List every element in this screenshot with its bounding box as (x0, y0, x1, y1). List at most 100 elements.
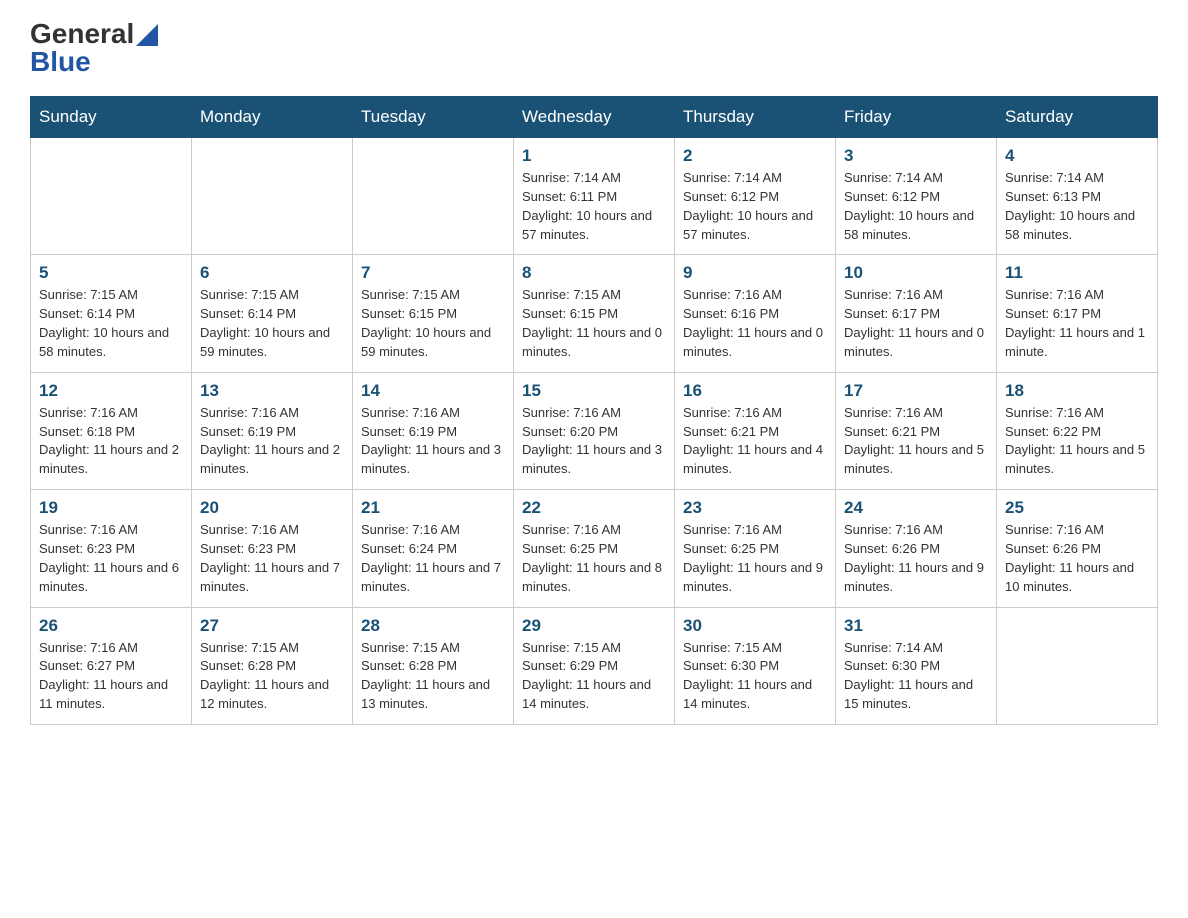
day-number: 18 (1005, 381, 1149, 401)
day-info: Sunrise: 7:16 AM Sunset: 6:21 PM Dayligh… (683, 404, 827, 479)
calendar-cell: 16 Sunrise: 7:16 AM Sunset: 6:21 PM Dayli… (675, 372, 836, 489)
day-number: 10 (844, 263, 988, 283)
day-number: 21 (361, 498, 505, 518)
day-info: Sunrise: 7:14 AM Sunset: 6:12 PM Dayligh… (844, 169, 988, 244)
header-day-saturday: Saturday (997, 97, 1158, 138)
calendar-cell: 11 Sunrise: 7:16 AM Sunset: 6:17 PM Dayli… (997, 255, 1158, 372)
calendar-cell: 20Sunrise: 7:16 AM Sunset: 6:23 PM Dayli… (192, 490, 353, 607)
calendar-cell: 5Sunrise: 7:15 AM Sunset: 6:14 PM Daylig… (31, 255, 192, 372)
day-number: 1 (522, 146, 666, 166)
day-number: 12 (39, 381, 183, 401)
calendar-cell (192, 138, 353, 255)
day-number: 29 (522, 616, 666, 636)
calendar-cell: 13 Sunrise: 7:16 AM Sunset: 6:19 PM Dayli… (192, 372, 353, 489)
calendar-cell: 27 Sunrise: 7:15 AM Sunset: 6:28 PM Dayli… (192, 607, 353, 724)
day-number: 8 (522, 263, 666, 283)
calendar-header: SundayMondayTuesdayWednesdayThursdayFrid… (31, 97, 1158, 138)
week-row-3: 12 Sunrise: 7:16 AM Sunset: 6:18 PM Dayli… (31, 372, 1158, 489)
header-day-sunday: Sunday (31, 97, 192, 138)
calendar-cell: 23 Sunrise: 7:16 AM Sunset: 6:25 PM Dayli… (675, 490, 836, 607)
calendar-cell (997, 607, 1158, 724)
day-number: 28 (361, 616, 505, 636)
calendar-cell (31, 138, 192, 255)
day-info: Sunrise: 7:15 AM Sunset: 6:30 PM Dayligh… (683, 639, 827, 714)
calendar-cell (353, 138, 514, 255)
day-info: Sunrise: 7:16 AM Sunset: 6:22 PM Dayligh… (1005, 404, 1149, 479)
calendar-cell: 18 Sunrise: 7:16 AM Sunset: 6:22 PM Dayli… (997, 372, 1158, 489)
day-info: Sunrise: 7:16 AM Sunset: 6:18 PM Dayligh… (39, 404, 183, 479)
header-day-thursday: Thursday (675, 97, 836, 138)
week-row-2: 5Sunrise: 7:15 AM Sunset: 6:14 PM Daylig… (31, 255, 1158, 372)
week-row-1: 1 Sunrise: 7:14 AM Sunset: 6:11 PM Daylig… (31, 138, 1158, 255)
week-row-5: 26Sunrise: 7:16 AM Sunset: 6:27 PM Dayli… (31, 607, 1158, 724)
day-info: Sunrise: 7:16 AM Sunset: 6:19 PM Dayligh… (200, 404, 344, 479)
calendar-cell: 29Sunrise: 7:15 AM Sunset: 6:29 PM Dayli… (514, 607, 675, 724)
calendar-cell: 28 Sunrise: 7:15 AM Sunset: 6:28 PM Dayli… (353, 607, 514, 724)
day-number: 24 (844, 498, 988, 518)
day-info: Sunrise: 7:16 AM Sunset: 6:24 PM Dayligh… (361, 521, 505, 596)
calendar-cell: 14Sunrise: 7:16 AM Sunset: 6:19 PM Dayli… (353, 372, 514, 489)
header-day-tuesday: Tuesday (353, 97, 514, 138)
calendar-cell: 31Sunrise: 7:14 AM Sunset: 6:30 PM Dayli… (836, 607, 997, 724)
day-info: Sunrise: 7:16 AM Sunset: 6:25 PM Dayligh… (522, 521, 666, 596)
calendar-table: SundayMondayTuesdayWednesdayThursdayFrid… (30, 96, 1158, 725)
day-number: 2 (683, 146, 827, 166)
day-number: 15 (522, 381, 666, 401)
day-info: Sunrise: 7:14 AM Sunset: 6:12 PM Dayligh… (683, 169, 827, 244)
day-number: 27 (200, 616, 344, 636)
day-info: Sunrise: 7:16 AM Sunset: 6:17 PM Dayligh… (844, 286, 988, 361)
header-day-friday: Friday (836, 97, 997, 138)
day-info: Sunrise: 7:15 AM Sunset: 6:28 PM Dayligh… (361, 639, 505, 714)
calendar-cell: 26Sunrise: 7:16 AM Sunset: 6:27 PM Dayli… (31, 607, 192, 724)
day-info: Sunrise: 7:15 AM Sunset: 6:14 PM Dayligh… (39, 286, 183, 361)
day-info: Sunrise: 7:16 AM Sunset: 6:21 PM Dayligh… (844, 404, 988, 479)
day-info: Sunrise: 7:14 AM Sunset: 6:11 PM Dayligh… (522, 169, 666, 244)
day-info: Sunrise: 7:16 AM Sunset: 6:17 PM Dayligh… (1005, 286, 1149, 361)
day-info: Sunrise: 7:16 AM Sunset: 6:26 PM Dayligh… (1005, 521, 1149, 596)
calendar-cell: 17Sunrise: 7:16 AM Sunset: 6:21 PM Dayli… (836, 372, 997, 489)
calendar-cell: 6 Sunrise: 7:15 AM Sunset: 6:14 PM Daylig… (192, 255, 353, 372)
day-info: Sunrise: 7:15 AM Sunset: 6:28 PM Dayligh… (200, 639, 344, 714)
header-day-wednesday: Wednesday (514, 97, 675, 138)
page-header: General Blue (30, 20, 1158, 76)
calendar-cell: 2 Sunrise: 7:14 AM Sunset: 6:12 PM Daylig… (675, 138, 836, 255)
day-number: 14 (361, 381, 505, 401)
week-row-4: 19 Sunrise: 7:16 AM Sunset: 6:23 PM Dayli… (31, 490, 1158, 607)
day-info: Sunrise: 7:16 AM Sunset: 6:20 PM Dayligh… (522, 404, 666, 479)
calendar-cell: 8 Sunrise: 7:15 AM Sunset: 6:15 PM Daylig… (514, 255, 675, 372)
calendar-cell: 7 Sunrise: 7:15 AM Sunset: 6:15 PM Daylig… (353, 255, 514, 372)
day-number: 13 (200, 381, 344, 401)
day-info: Sunrise: 7:14 AM Sunset: 6:13 PM Dayligh… (1005, 169, 1149, 244)
calendar-cell: 3Sunrise: 7:14 AM Sunset: 6:12 PM Daylig… (836, 138, 997, 255)
header-row: SundayMondayTuesdayWednesdayThursdayFrid… (31, 97, 1158, 138)
day-number: 19 (39, 498, 183, 518)
day-info: Sunrise: 7:16 AM Sunset: 6:23 PM Dayligh… (39, 521, 183, 596)
calendar-cell: 24 Sunrise: 7:16 AM Sunset: 6:26 PM Dayli… (836, 490, 997, 607)
day-info: Sunrise: 7:16 AM Sunset: 6:26 PM Dayligh… (844, 521, 988, 596)
logo-blue: Blue (30, 48, 158, 76)
day-number: 23 (683, 498, 827, 518)
calendar-cell: 25Sunrise: 7:16 AM Sunset: 6:26 PM Dayli… (997, 490, 1158, 607)
day-number: 4 (1005, 146, 1149, 166)
day-info: Sunrise: 7:15 AM Sunset: 6:15 PM Dayligh… (361, 286, 505, 361)
calendar-cell: 19 Sunrise: 7:16 AM Sunset: 6:23 PM Dayli… (31, 490, 192, 607)
logo: General Blue (30, 20, 158, 76)
day-number: 6 (200, 263, 344, 283)
day-number: 9 (683, 263, 827, 283)
calendar-cell: 10 Sunrise: 7:16 AM Sunset: 6:17 PM Dayli… (836, 255, 997, 372)
day-info: Sunrise: 7:16 AM Sunset: 6:16 PM Dayligh… (683, 286, 827, 361)
day-number: 16 (683, 381, 827, 401)
day-info: Sunrise: 7:15 AM Sunset: 6:14 PM Dayligh… (200, 286, 344, 361)
calendar-cell: 4 Sunrise: 7:14 AM Sunset: 6:13 PM Daylig… (997, 138, 1158, 255)
day-info: Sunrise: 7:16 AM Sunset: 6:25 PM Dayligh… (683, 521, 827, 596)
day-info: Sunrise: 7:16 AM Sunset: 6:23 PM Dayligh… (200, 521, 344, 596)
day-number: 7 (361, 263, 505, 283)
day-info: Sunrise: 7:15 AM Sunset: 6:15 PM Dayligh… (522, 286, 666, 361)
calendar-cell: 30Sunrise: 7:15 AM Sunset: 6:30 PM Dayli… (675, 607, 836, 724)
calendar-cell: 15 Sunrise: 7:16 AM Sunset: 6:20 PM Dayli… (514, 372, 675, 489)
calendar-cell: 21 Sunrise: 7:16 AM Sunset: 6:24 PM Dayli… (353, 490, 514, 607)
calendar-cell: 22Sunrise: 7:16 AM Sunset: 6:25 PM Dayli… (514, 490, 675, 607)
calendar-body: 1 Sunrise: 7:14 AM Sunset: 6:11 PM Daylig… (31, 138, 1158, 725)
day-number: 11 (1005, 263, 1149, 283)
calendar-cell: 9 Sunrise: 7:16 AM Sunset: 6:16 PM Daylig… (675, 255, 836, 372)
